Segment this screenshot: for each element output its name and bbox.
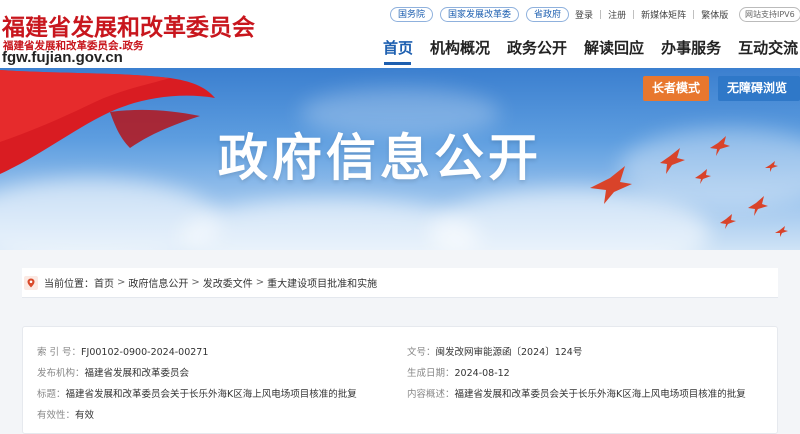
info-validity: 有效性：有效 <box>37 407 94 421</box>
breadcrumb-separator-icon: > <box>117 277 126 288</box>
breadcrumb-current[interactable]: 重大建设项目批准和实施 <box>267 275 377 290</box>
link-provincial-government[interactable]: 省政府 <box>526 7 570 22</box>
info-date-value: 2024-08-12 <box>454 368 510 379</box>
top-links: 国务院 国家发展改革委 省政府 <box>390 7 570 22</box>
elder-mode-button[interactable]: 长者模式 <box>643 76 710 101</box>
breadcrumb-ndrc-docs[interactable]: 发改委文件 <box>203 275 253 290</box>
breadcrumb-home[interactable]: 首页 <box>94 275 114 290</box>
info-summary-value: 福建省发展和改革委员会关于长乐外海K区海上风电场项目核准的批复 <box>454 389 746 400</box>
divider: | <box>632 9 636 20</box>
accessible-mode-button[interactable]: 无障碍浏览 <box>718 76 800 101</box>
birds-graphic <box>590 136 788 237</box>
info-doc-no-label: 文号： <box>407 347 436 358</box>
main-nav: 首页 机构概况 政务公开 解读回应 办事服务 互动交流 <box>383 37 800 63</box>
banner: 政府信息公开 长者模式 无障碍浏览 <box>0 68 800 250</box>
ipv6-badge: 网站支持IPV6 <box>739 7 800 22</box>
info-title: 标题：福建省发展和改革委员会关于长乐外海K区海上风电场项目核准的批复 <box>37 386 357 400</box>
nav-organization[interactable]: 机构概况 <box>430 37 490 63</box>
info-publisher-value: 福建省发展和改革委员会 <box>84 368 190 379</box>
utility-links: 登录 | 注册 | 新媒体矩阵 | 繁体版 <box>575 8 728 22</box>
location-pin-icon <box>24 275 38 290</box>
info-date-label: 生成日期： <box>407 368 455 379</box>
info-index-value: FJ00102-0900-2024-00271 <box>81 347 209 358</box>
nav-interpretation[interactable]: 解读回应 <box>584 37 644 63</box>
traditional-chinese-link[interactable]: 繁体版 <box>701 8 728 21</box>
info-title-label: 标题： <box>37 389 66 400</box>
info-doc-no: 文号：闽发改网审能源函〔2024〕124号 <box>407 344 582 358</box>
breadcrumb-separator-icon: > <box>191 277 200 288</box>
link-state-council[interactable]: 国务院 <box>390 7 434 22</box>
nav-interaction[interactable]: 互动交流 <box>738 37 798 63</box>
breadcrumb: 当前位置： 首页 > 政府信息公开 > 发改委文件 > 重大建设项目批准和实施 <box>22 268 778 298</box>
nav-government-affairs[interactable]: 政务公开 <box>507 37 567 63</box>
register-link[interactable]: 注册 <box>608 8 626 21</box>
nav-services[interactable]: 办事服务 <box>661 37 721 63</box>
info-summary: 内容概述：福建省发展和改革委员会关于长乐外海K区海上风电场项目核准的批复 <box>407 386 746 400</box>
info-summary-label: 内容概述： <box>407 389 455 400</box>
info-doc-no-value: 闽发改网审能源函〔2024〕124号 <box>435 347 583 358</box>
site-logo-title[interactable]: 福建省发展和改革委员会 <box>2 8 255 42</box>
banner-title: 政府信息公开 <box>218 129 542 187</box>
info-publisher-label: 发布机构： <box>37 368 85 379</box>
info-date: 生成日期：2024-08-12 <box>407 365 510 379</box>
info-publisher: 发布机构：福建省发展和改革委员会 <box>37 365 189 379</box>
login-link[interactable]: 登录 <box>575 8 593 21</box>
info-index: 索 引 号：FJ00102-0900-2024-00271 <box>37 344 208 358</box>
info-index-label: 索 引 号： <box>37 347 82 358</box>
divider: | <box>599 9 603 20</box>
info-validity-label: 有效性： <box>37 410 76 421</box>
document-info-panel: 索 引 号：FJ00102-0900-2024-00271 文号：闽发改网审能源… <box>22 326 778 434</box>
nav-active-indicator <box>384 62 411 65</box>
site-logo-url: fgw.fujian.gov.cn <box>2 49 123 66</box>
link-ndrc[interactable]: 国家发展改革委 <box>440 7 520 22</box>
breadcrumb-separator-icon: > <box>255 277 265 288</box>
site-header: 福建省发展和改革委员会 福建省发展和改革委员会.政务 fgw.fujian.go… <box>0 0 800 68</box>
new-media-link[interactable]: 新媒体矩阵 <box>641 8 686 21</box>
info-title-value: 福建省发展和改革委员会关于长乐外海K区海上风电场项目核准的批复 <box>65 389 357 400</box>
breadcrumb-gov-info[interactable]: 政府信息公开 <box>128 275 188 290</box>
breadcrumb-prefix: 当前位置： <box>44 279 94 290</box>
divider: | <box>692 9 696 20</box>
nav-home[interactable]: 首页 <box>383 37 413 63</box>
red-flag-graphic <box>0 70 215 174</box>
info-validity-value: 有效 <box>75 410 95 421</box>
